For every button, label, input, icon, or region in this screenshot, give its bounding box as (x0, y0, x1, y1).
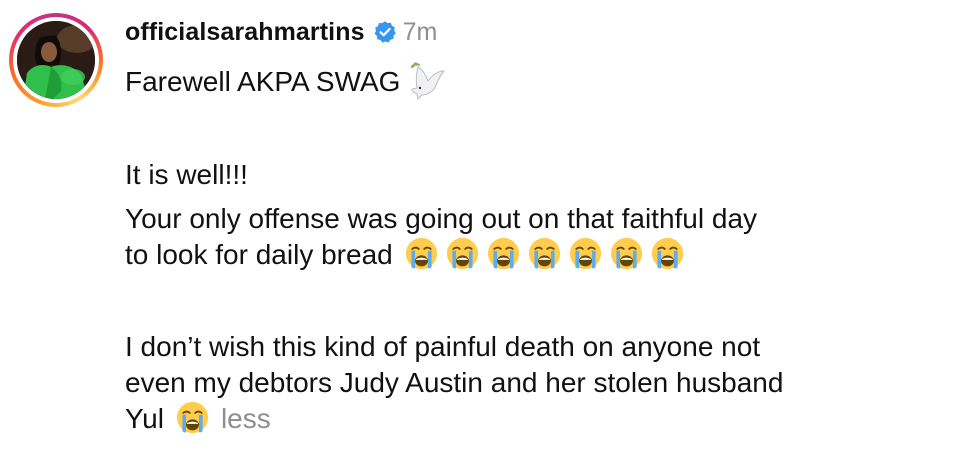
loudly-crying-face-emoji (528, 237, 560, 270)
post-caption: officialsarahmartins 7m Farewell AKPA SW… (125, 16, 945, 437)
loudly-crying-face-emoji (610, 237, 642, 270)
caption-line: Farewell AKPA SWAG (125, 61, 945, 101)
verified-badge-icon (374, 21, 396, 43)
caption-text: Farewell AKPA SWAG (125, 66, 401, 97)
loudly-crying-face-emoji (405, 237, 437, 270)
less-link[interactable]: less (221, 403, 271, 434)
story-ring[interactable] (9, 13, 103, 107)
loudly-crying-face-emoji (651, 237, 683, 270)
caption-text: even my debtors Judy Austin and her stol… (125, 367, 784, 398)
caption-text: It is well!!! (125, 159, 248, 190)
caption-line: It is well!!! (125, 157, 945, 193)
avatar-image (17, 21, 95, 99)
loudly-crying-face-emoji (487, 237, 519, 270)
caption-text: Yul (125, 403, 164, 434)
avatar[interactable] (17, 21, 95, 99)
caption-text: to look for daily bread (125, 239, 393, 270)
loudly-crying-face-emoji (446, 237, 478, 270)
loudly-crying-face-emoji (176, 401, 209, 434)
post-timestamp: 7m (402, 17, 438, 46)
caption-text: I don’t wish this kind of painful death … (125, 331, 761, 362)
caption-paragraph: I don’t wish this kind of painful death … (125, 329, 945, 437)
avatar-frame (13, 17, 99, 103)
caption-text: Your only offense was going out on that … (125, 203, 758, 234)
post-header: officialsarahmartins 7m (125, 16, 945, 48)
loudly-crying-face-emoji (569, 237, 601, 270)
caption-paragraph: Your only offense was going out on that … (125, 201, 945, 273)
dove-emoji (411, 62, 446, 101)
username-link[interactable]: officialsarahmartins (125, 18, 365, 47)
